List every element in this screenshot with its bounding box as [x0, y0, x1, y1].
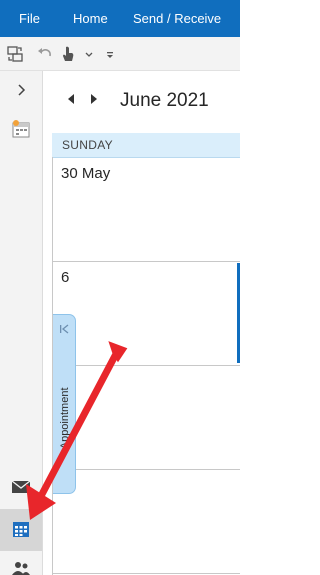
previous-month-icon[interactable] — [66, 93, 76, 105]
calendar-header: June 2021 — [43, 71, 240, 131]
quick-access-toolbar — [0, 37, 240, 71]
tab-send-receive[interactable]: Send / Receive — [133, 11, 221, 26]
grid-line — [52, 261, 240, 262]
send-receive-all-icon[interactable] — [6, 45, 24, 63]
next-month-icon[interactable] — [89, 93, 99, 105]
day-header-sunday: SUNDAY — [62, 138, 113, 152]
ribbon-tabs: File Home Send / Receive — [0, 0, 240, 37]
undo-icon[interactable] — [37, 45, 53, 63]
dropdown-caret-icon[interactable] — [84, 45, 94, 63]
month-title: June 2021 — [120, 90, 209, 111]
previous-appointment-label: Previous Appointment — [59, 387, 71, 449]
mail-icon[interactable] — [11, 479, 31, 495]
previous-appointment-button[interactable]: Previous Appointment — [53, 314, 76, 494]
todo-calendar-icon[interactable] — [11, 119, 31, 139]
day-column-header: SUNDAY — [52, 133, 240, 158]
grid-line — [52, 365, 240, 366]
day-cell-6[interactable]: 6 — [61, 269, 69, 286]
grid-line — [52, 573, 240, 574]
tab-file[interactable]: File — [19, 11, 40, 26]
previous-arrow-icon — [60, 324, 69, 334]
day-cell-may-30[interactable]: 30 May — [61, 165, 110, 182]
navigation-bar — [0, 71, 43, 575]
expand-chevron-icon[interactable] — [15, 83, 27, 97]
calendar-nav-button[interactable] — [0, 509, 42, 551]
selection-indicator — [237, 263, 240, 363]
previous-appointment-text-clip: Previous Appointment — [54, 339, 74, 449]
touch-mouse-mode-icon[interactable] — [61, 45, 75, 63]
month-grid: 30 May 6 — [52, 157, 240, 575]
tab-home[interactable]: Home — [73, 11, 108, 26]
customize-toolbar-icon[interactable] — [105, 45, 115, 63]
grid-line — [52, 469, 240, 470]
calendar-icon — [13, 522, 29, 537]
people-icon[interactable] — [11, 561, 31, 575]
